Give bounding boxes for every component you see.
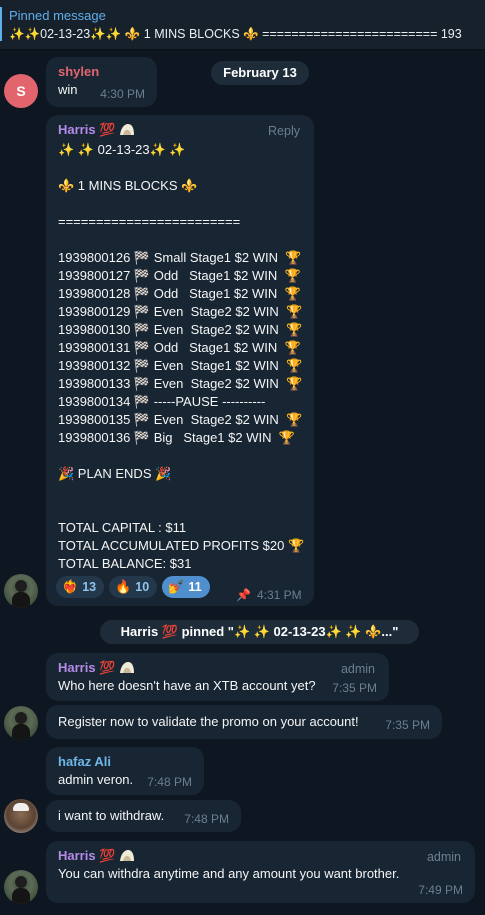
reaction-emoji-icon: 🔥: [115, 579, 132, 594]
reaction-count: 11: [188, 580, 202, 594]
custom-emoji-icon: [120, 124, 135, 135]
sender-name[interactable]: Harris 💯: [58, 659, 377, 677]
message-bubble-hafaz-2[interactable]: i want to withdraw. 7:48 PM: [46, 800, 241, 832]
plan-line: 1939800129 🏁 Even Stage2 $2 WIN 🏆: [58, 304, 303, 319]
message-time: 7:35 PM: [385, 718, 430, 732]
service-pinned-notice: Harris 💯 pinned "✨ ✨ 02-13-23✨ ✨ ⚜️...": [100, 620, 419, 644]
plan-line: 🎉 PLAN ENDS 🎉: [58, 466, 172, 481]
plan-line: 1939800127 🏁 Odd Stage1 $2 WIN 🏆: [58, 268, 301, 283]
plan-line: TOTAL CAPITAL : $11: [58, 520, 187, 535]
message-bubble-shylen[interactable]: shylen win 4:30 PM: [46, 57, 157, 107]
sender-name[interactable]: Harris 💯: [58, 121, 302, 139]
plan-line: [58, 231, 302, 249]
message-time: 4:30 PM: [100, 87, 145, 101]
plan-line: 1939800132 🏁 Even Stage1 $2 WIN 🏆: [58, 358, 303, 373]
message-time: 7:49 PM: [418, 883, 463, 897]
reply-label[interactable]: Reply: [268, 124, 300, 138]
custom-emoji-icon: [120, 850, 135, 861]
avatar-harris[interactable]: [4, 706, 38, 740]
plan-line: ========================: [58, 214, 241, 229]
message-bubble-hafaz-1[interactable]: hafaz Ali admin veron. 7:48 PM: [46, 747, 204, 795]
plan-line: [58, 195, 302, 213]
message-time: 7:48 PM: [147, 775, 192, 789]
message-text: Who here doesn't have an XTB account yet…: [58, 678, 316, 693]
reaction-count: 10: [135, 580, 150, 594]
pinned-message-bar[interactable]: Pinned message ✨✨02-13-23✨✨ ⚜️ 1 MINS BL…: [0, 0, 485, 50]
reactions-row: ❤️‍🔥 13 🔥 10 💅 11: [56, 576, 210, 598]
message-text: ✨ ✨ 02-13-23✨ ✨ ⚜️ 1 MINS BLOCKS ⚜️ ======…: [58, 141, 305, 573]
custom-emoji-icon: [120, 662, 135, 673]
message-bubble-harris-register[interactable]: Register now to validate the promo on yo…: [46, 705, 442, 739]
pin-icon: 📌: [236, 588, 251, 602]
plan-line: 1939800128 🏁 Odd Stage1 $2 WIN 🏆: [58, 286, 301, 301]
reaction-button[interactable]: 💅 11: [162, 576, 210, 598]
plan-line: 1939800133 🏁 Even Stage2 $2 WIN 🏆: [58, 376, 303, 391]
avatar-hafaz[interactable]: [4, 799, 38, 833]
message-time: 7:35 PM: [332, 681, 377, 695]
plan-line: TOTAL ACCUMULATED PROFITS $20 🏆: [58, 538, 305, 553]
message-bubble-harris-xtb[interactable]: Harris 💯 admin Who here doesn't have an …: [46, 653, 389, 701]
plan-line: 1939800135 🏁 Even Stage2 $2 WIN 🏆: [58, 412, 303, 427]
plan-line: [58, 501, 302, 519]
plan-line: ⚜️ 1 MINS BLOCKS ⚜️: [58, 178, 198, 193]
sender-name[interactable]: shylen: [58, 63, 145, 81]
message-time: 7:48 PM: [184, 812, 229, 826]
avatar-letter: S: [16, 83, 26, 99]
plan-line: ✨ ✨ 02-13-23✨ ✨: [58, 142, 186, 157]
pinned-preview: ✨✨02-13-23✨✨ ⚜️ 1 MINS BLOCKS ⚜️ =======…: [9, 27, 462, 41]
plan-line: [58, 447, 302, 465]
message-time: 📌 4:31 PM: [236, 588, 302, 602]
plan-line: 1939800131 🏁 Odd Stage1 $2 WIN 🏆: [58, 340, 301, 355]
message-text: Register now to validate the promo on yo…: [58, 714, 359, 729]
date-badge: February 13: [211, 61, 309, 85]
plan-line: 1939800130 🏁 Even Stage2 $2 WIN 🏆: [58, 322, 303, 337]
avatar-shylen[interactable]: S: [4, 74, 38, 108]
plan-line: 1939800126 🏁 Small Stage1 $2 WIN 🏆: [58, 250, 302, 265]
plan-line: [58, 483, 302, 501]
plan-line: 1939800134 🏁 -----PAUSE ----------: [58, 394, 266, 409]
reaction-button[interactable]: 🔥 10: [109, 576, 158, 598]
avatar-harris[interactable]: [4, 574, 38, 608]
reaction-emoji-icon: ❤️‍🔥: [62, 579, 79, 594]
reaction-button[interactable]: ❤️‍🔥 13: [56, 576, 105, 598]
message-bubble-harris-withdraw[interactable]: Harris 💯 admin You can withdra anytime a…: [46, 841, 475, 903]
pinned-accent-bar: [0, 7, 2, 41]
message-text: You can withdra anytime and any amount y…: [58, 866, 400, 881]
avatar-harris[interactable]: [4, 870, 38, 904]
plan-line: 1939800136 🏁 Big Stage1 $2 WIN 🏆: [58, 430, 295, 445]
sender-name[interactable]: hafaz Ali: [58, 753, 192, 771]
plan-line: [58, 159, 302, 177]
admin-badge: admin: [426, 850, 461, 864]
pinned-title: Pinned message: [9, 8, 106, 23]
reaction-emoji-icon: 💅: [168, 579, 185, 594]
plan-line: TOTAL BALANCE: $31: [58, 556, 192, 571]
admin-badge: admin: [340, 662, 375, 676]
sender-name[interactable]: Harris 💯: [58, 847, 463, 865]
message-bubble-harris-plan[interactable]: Harris 💯 Reply ✨ ✨ 02-13-23✨ ✨ ⚜️ 1 MINS …: [46, 115, 314, 606]
reaction-count: 13: [82, 580, 97, 594]
